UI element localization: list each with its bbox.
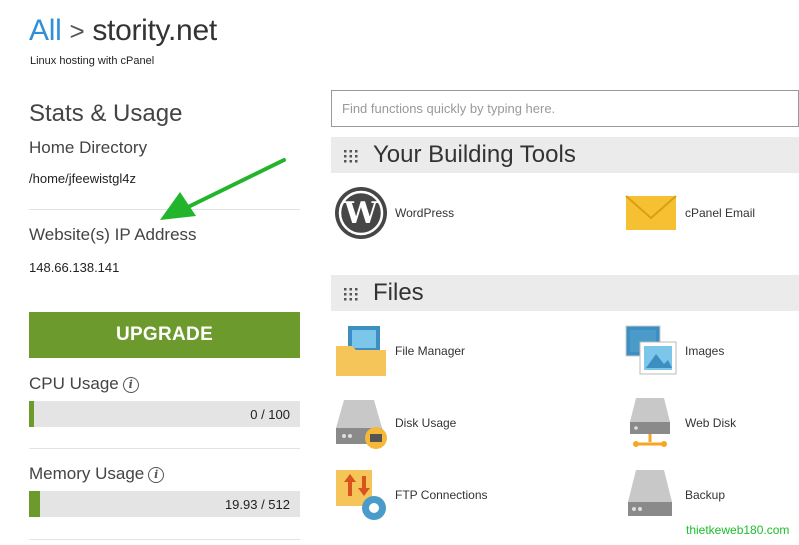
home-directory-value: /home/jfeewistgl4z — [29, 171, 136, 186]
svg-text:W: W — [343, 196, 379, 231]
tool-label: Images — [685, 344, 725, 358]
drag-handle-icon[interactable] — [343, 286, 359, 302]
tool-label: Disk Usage — [395, 416, 457, 430]
section-header-building-tools[interactable]: Your Building Tools — [331, 137, 799, 173]
tool-ftp-connections[interactable]: FTP Connections — [334, 468, 488, 522]
annotation-arrow-icon — [160, 158, 286, 220]
search-input[interactable] — [331, 90, 799, 127]
hosting-subtitle: Linux hosting with cPanel — [30, 55, 155, 67]
info-icon[interactable]: i — [148, 466, 165, 483]
folder-icon — [334, 324, 388, 378]
tool-label: FTP Connections — [395, 488, 488, 502]
section-title: Files — [373, 279, 424, 306]
envelope-icon — [624, 186, 678, 240]
cpu-usage-value: 0 / 100 — [250, 407, 290, 422]
drag-handle-icon[interactable] — [343, 148, 359, 164]
ftp-icon — [334, 468, 388, 522]
breadcrumb-all-link[interactable]: All — [29, 14, 62, 47]
cpu-usage-label-text: CPU Usage — [29, 374, 119, 393]
divider — [29, 448, 300, 449]
tool-images[interactable]: Images — [624, 324, 724, 378]
memory-usage-label: Memory Usage i — [29, 464, 165, 484]
section-title: Your Building Tools — [373, 141, 576, 168]
tool-label: Web Disk — [685, 416, 737, 430]
memory-usage-bar: 19.93 / 512 — [29, 491, 300, 517]
tool-disk-usage[interactable]: Disk Usage — [334, 396, 456, 450]
home-directory-label: Home Directory — [29, 138, 148, 157]
memory-usage-label-text: Memory Usage — [29, 464, 145, 483]
breadcrumb-current: stority.net — [92, 14, 217, 47]
backup-icon — [624, 468, 678, 522]
stats-title: Stats & Usage — [29, 100, 183, 127]
web-disk-icon — [624, 396, 678, 450]
tool-file-manager[interactable]: File Manager — [334, 324, 465, 378]
cpu-usage-fill — [29, 401, 34, 427]
upgrade-button[interactable]: UPGRADE — [29, 312, 300, 358]
divider — [29, 539, 300, 540]
cpu-usage-label: CPU Usage i — [29, 374, 139, 394]
info-icon[interactable]: i — [122, 376, 139, 393]
images-icon — [624, 324, 678, 378]
watermark: thietkeweb180.com — [686, 523, 790, 537]
tool-label: Backup — [685, 488, 726, 502]
tool-web-disk[interactable]: Web Disk — [624, 396, 736, 450]
tool-label: cPanel Email — [685, 206, 756, 220]
breadcrumb: All > stority.net — [29, 14, 217, 48]
tool-backup[interactable]: Backup — [624, 468, 725, 522]
cpu-usage-bar: 0 / 100 — [29, 401, 300, 427]
ip-address-value: 148.66.138.141 — [29, 260, 120, 275]
wordpress-icon: W — [334, 186, 388, 240]
disk-icon — [334, 396, 388, 450]
breadcrumb-separator: > — [69, 16, 85, 46]
section-header-files[interactable]: Files — [331, 275, 799, 311]
tool-label: WordPress — [395, 206, 455, 220]
tool-cpanel-email[interactable]: cPanel Email — [624, 186, 755, 240]
tool-label: File Manager — [395, 344, 466, 358]
memory-usage-value: 19.93 / 512 — [224, 497, 290, 512]
memory-usage-fill — [29, 491, 40, 517]
tool-wordpress[interactable]: W WordPress — [334, 186, 454, 240]
